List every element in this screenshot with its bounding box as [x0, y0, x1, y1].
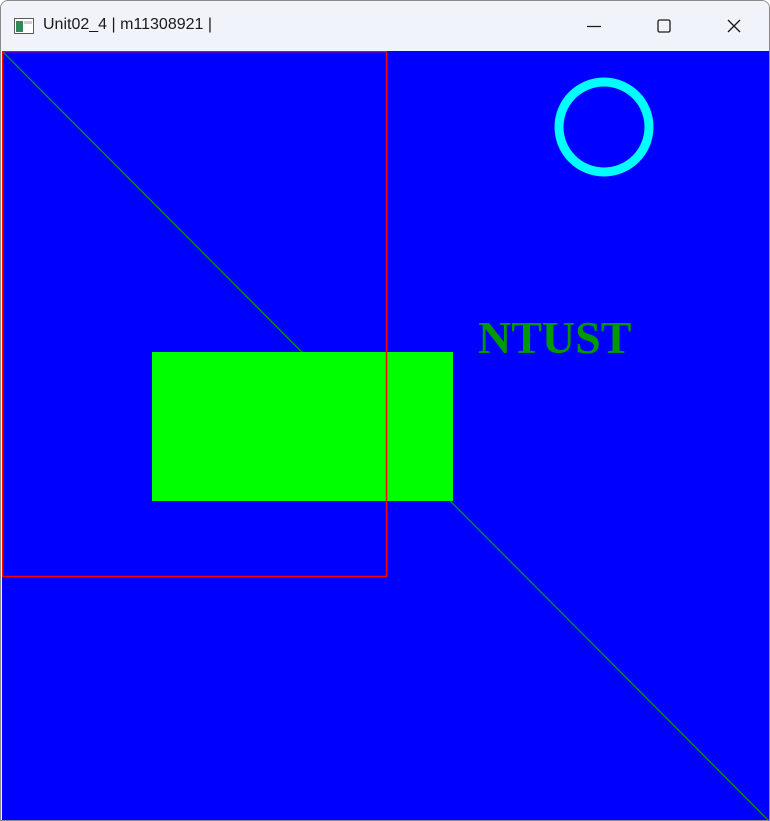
window-title: Unit02_4 | m11308921 | — [43, 16, 213, 33]
ntust-text: NTUST — [478, 312, 631, 363]
minimize-button[interactable] — [559, 1, 629, 51]
title-bar[interactable]: Unit02_4 | m11308921 | — [1, 1, 769, 51]
canvas-svg: NTUST — [2, 51, 769, 820]
drawing-canvas[interactable]: NTUST — [2, 51, 769, 820]
close-icon — [727, 19, 741, 33]
maximize-icon — [657, 19, 671, 33]
close-button[interactable] — [699, 1, 769, 51]
app-window: Unit02_4 | m11308921 | NTUST — [0, 0, 770, 821]
maximize-button[interactable] — [629, 1, 699, 51]
minimize-icon — [587, 25, 601, 28]
console-app-icon — [14, 18, 34, 34]
filled-rectangle — [152, 352, 453, 501]
